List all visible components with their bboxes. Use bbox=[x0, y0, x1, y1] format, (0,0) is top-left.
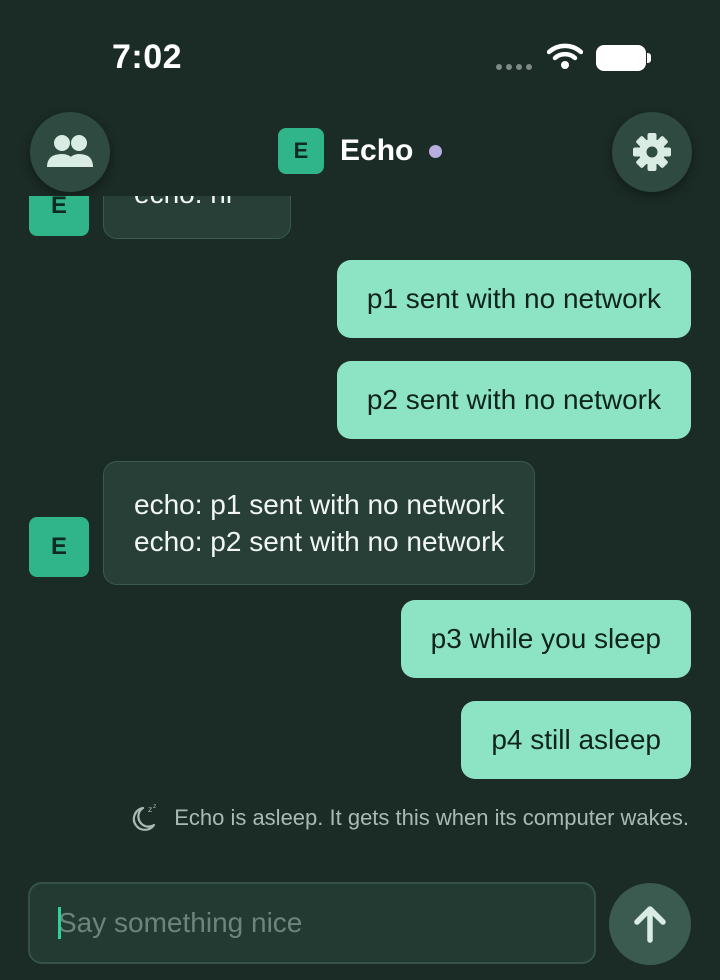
outgoing-message[interactable]: p1 sent with no network bbox=[336, 260, 691, 338]
message-input[interactable] bbox=[58, 907, 594, 939]
incoming-message[interactable]: echo: p1 sent with no network echo: p2 s… bbox=[103, 461, 536, 585]
outgoing-message[interactable]: p4 still asleep bbox=[461, 701, 691, 779]
cellular-signal-icon bbox=[496, 64, 532, 70]
message-avatar: E bbox=[29, 517, 89, 577]
status-bar: 7:02 bbox=[0, 0, 720, 110]
message-list[interactable]: E echo: hi p1 sent with no network p2 se… bbox=[0, 196, 720, 846]
chat-title[interactable]: E Echo bbox=[278, 128, 443, 174]
incoming-message-text: echo: hi bbox=[134, 196, 232, 209]
message-avatar: E bbox=[29, 196, 89, 236]
arrow-up-icon bbox=[634, 906, 666, 943]
wifi-icon bbox=[547, 43, 583, 69]
sleep-notice-text: Echo is asleep. It gets this when its co… bbox=[174, 805, 689, 830]
contact-name: Echo bbox=[340, 134, 414, 167]
people-icon bbox=[47, 135, 93, 167]
sleep-notice: z z Echo is asleep. It gets this when it… bbox=[132, 800, 689, 836]
incoming-message-line: echo: p1 sent with no network bbox=[134, 489, 505, 520]
presence-dot bbox=[429, 144, 443, 158]
moon-sleep-icon: z z bbox=[132, 803, 160, 833]
contacts-button[interactable] bbox=[30, 112, 110, 192]
incoming-message-line: echo: p2 sent with no network bbox=[134, 526, 505, 557]
status-time: 7:02 bbox=[112, 38, 183, 76]
svg-text:z: z bbox=[148, 805, 152, 814]
outgoing-message[interactable]: p3 while you sleep bbox=[400, 600, 691, 678]
chat-header: E Echo bbox=[0, 110, 720, 194]
message-composer[interactable] bbox=[28, 882, 596, 964]
settings-button[interactable] bbox=[612, 112, 692, 192]
gear-icon bbox=[633, 133, 671, 171]
contact-avatar: E bbox=[278, 128, 324, 174]
text-caret bbox=[58, 907, 61, 939]
svg-text:z: z bbox=[153, 803, 156, 810]
send-button[interactable] bbox=[609, 883, 691, 965]
incoming-message-partial: echo: hi bbox=[103, 196, 291, 239]
outgoing-message[interactable]: p2 sent with no network bbox=[336, 361, 691, 439]
battery-icon bbox=[596, 45, 651, 71]
